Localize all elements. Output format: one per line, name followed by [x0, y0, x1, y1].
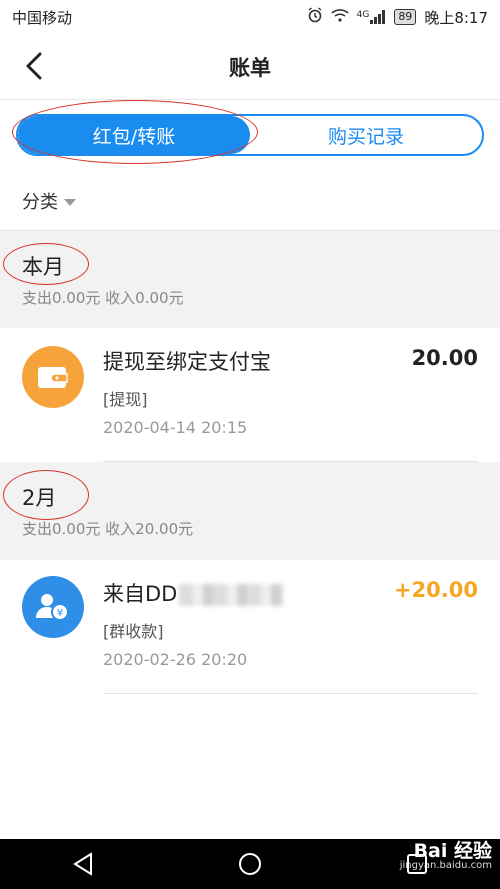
record-type: [提现] [103, 390, 148, 409]
network-type-label: 4G [356, 10, 370, 20]
battery-indicator: 89 [394, 9, 417, 25]
status-icons: 4G 89 晚上8:17 [307, 7, 488, 28]
record-title: 提现至绑定支付宝 [103, 350, 271, 374]
carrier-label: 中国移动 [12, 8, 73, 27]
svg-text:¥: ¥ [57, 608, 63, 619]
record-title: 来自DD [103, 578, 284, 608]
watermark-brand: Bai 经验 [413, 840, 492, 862]
alarm-icon [307, 7, 323, 27]
watermark-url: jingyan.baidu.com [399, 860, 492, 871]
record-amount: 20.00 [411, 346, 478, 370]
record-type: [群收款] [103, 622, 164, 641]
signal-icon: 4G [357, 10, 387, 24]
record-time: 2020-04-14 20:15 [103, 418, 248, 437]
month-section-header: 本月 支出0.00元 收入0.00元 [0, 230, 500, 328]
month-section-header: 2月 支出0.00元 收入20.00元 [0, 462, 500, 560]
bill-record[interactable]: ¥ 来自DD +20.00 [群收款] 2020-02-26 20:20 [0, 560, 500, 696]
tab-purchase-records[interactable]: 购买记录 [250, 116, 482, 154]
month-summary: 支出0.00元 收入0.00元 [22, 289, 184, 307]
baidu-watermark: Bai 经验 jingyan.baidu.com [400, 842, 492, 871]
month-label: 本月 [22, 255, 64, 279]
month-label: 2月 [22, 486, 57, 510]
group-payment-icon: ¥ [22, 576, 84, 638]
month-summary: 支出0.00元 收入20.00元 [22, 520, 194, 538]
status-bar: 中国移动 4G 89 晚上8:17 [0, 0, 500, 34]
home-circle-icon[interactable] [230, 844, 270, 884]
caret-down-icon [64, 198, 76, 206]
bill-type-tabs: 红包/转账 购买记录 [16, 114, 484, 156]
title-bar: 账单 [0, 34, 500, 100]
wallet-icon [22, 346, 84, 408]
record-title-text: 来自DD [103, 582, 178, 606]
record-amount: +20.00 [393, 578, 478, 602]
record-time: 2020-02-26 20:20 [103, 650, 248, 669]
tab-red-packet-transfer[interactable]: 红包/转账 [18, 116, 250, 154]
redacted-name [179, 584, 284, 606]
back-triangle-icon[interactable] [63, 844, 103, 884]
page-title: 账单 [229, 56, 271, 80]
wifi-icon [331, 8, 349, 26]
category-filter[interactable]: 分类 [22, 188, 76, 214]
category-filter-label: 分类 [22, 192, 58, 213]
divider [103, 693, 478, 694]
bill-record[interactable]: 提现至绑定支付宝 20.00 [提现] 2020-04-14 20:15 [0, 328, 500, 462]
clock-label: 晚上8:17 [424, 8, 488, 27]
